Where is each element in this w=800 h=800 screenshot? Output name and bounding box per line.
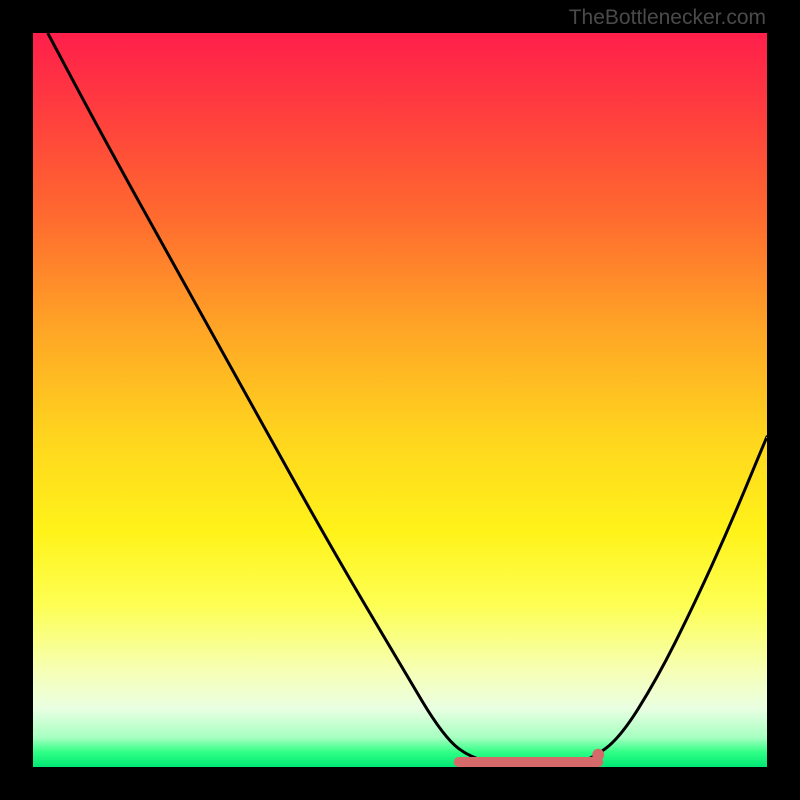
bottleneck-curve [33,33,767,767]
credit-text: TheBottlenecker.com [569,6,766,30]
chart-frame: TheBottlenecker.com [0,0,800,800]
curve-path [48,33,767,767]
sweet-spot-end-dot [592,749,604,761]
